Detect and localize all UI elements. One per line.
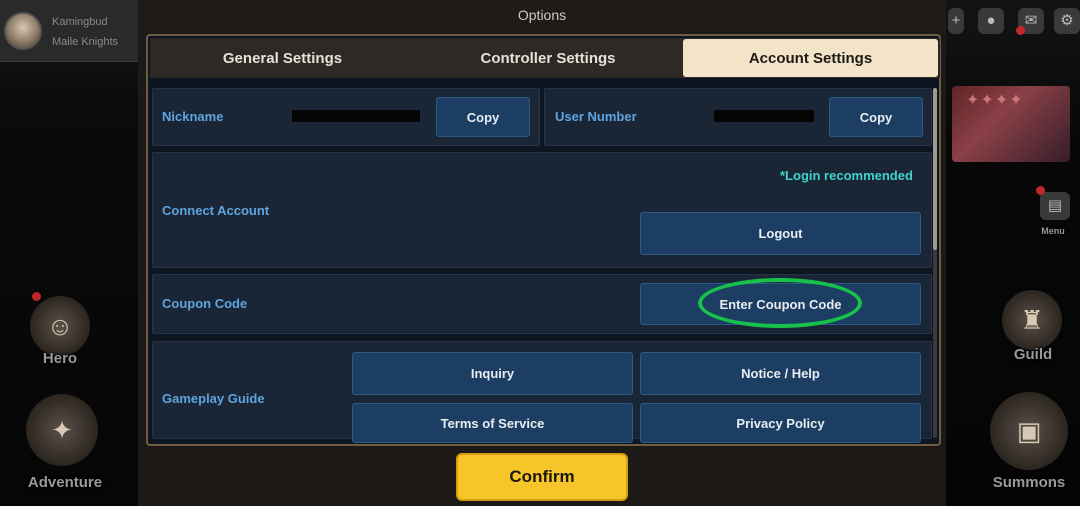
copy-nickname-button[interactable]: Copy: [436, 97, 530, 137]
user-number-label: User Number: [555, 109, 637, 124]
avatar[interactable]: [4, 12, 42, 50]
adventure-icon[interactable]: ✦: [26, 394, 98, 466]
guild-icon[interactable]: ♜: [1002, 290, 1062, 350]
guild-label: Guild: [1013, 346, 1053, 363]
adventure-label: Adventure: [27, 474, 103, 491]
summons-icon[interactable]: ▣: [990, 392, 1068, 470]
hero-icon[interactable]: ☺: [30, 296, 90, 356]
logout-button[interactable]: Logout: [640, 212, 921, 255]
banner-art: ✦✦✦✦: [966, 92, 1024, 109]
menu-label: Menu: [1041, 226, 1065, 236]
player-guild: Maile Knights: [52, 36, 119, 48]
settings-gear-icon[interactable]: ⚙: [1054, 8, 1080, 34]
gameplay-guide-label: Gameplay Guide: [162, 391, 265, 406]
terms-of-service-button[interactable]: Terms of Service: [352, 403, 633, 443]
privacy-policy-button[interactable]: Privacy Policy: [640, 403, 921, 443]
tab-bar: General Settings Controller Settings Acc…: [150, 38, 940, 78]
chat-icon[interactable]: ●: [978, 8, 1004, 34]
mail-notification-dot: [1016, 26, 1025, 35]
menu-icon[interactable]: ▤: [1040, 192, 1070, 220]
plus-icon[interactable]: +: [948, 8, 964, 34]
connect-account-label: Connect Account: [162, 203, 270, 218]
inquiry-button[interactable]: Inquiry: [352, 352, 633, 395]
menu-notification-dot: [1036, 186, 1045, 195]
tab-general-settings[interactable]: General Settings: [150, 39, 415, 77]
copy-user-number-button[interactable]: Copy: [829, 97, 923, 137]
nickname-value-redacted: [292, 110, 420, 122]
notification-dot: [32, 292, 41, 301]
scrollbar-thumb[interactable]: [933, 88, 937, 250]
coupon-code-label: Coupon Code: [162, 296, 248, 311]
nickname-label: Nickname: [162, 109, 224, 124]
event-banner[interactable]: ✦✦✦✦: [952, 86, 1070, 162]
summons-label: Summons: [992, 474, 1066, 491]
tab-controller-settings[interactable]: Controller Settings: [415, 39, 681, 77]
notice-help-button[interactable]: Notice / Help: [640, 352, 921, 395]
confirm-button[interactable]: Confirm: [456, 453, 628, 501]
user-number-value-redacted: [714, 110, 814, 122]
options-title: Options: [138, 0, 946, 32]
login-recommended-note: *Login recommended: [780, 168, 913, 183]
hero-label: Hero: [42, 350, 78, 367]
tab-account-settings[interactable]: Account Settings: [683, 39, 938, 77]
highlight-circle-annotation: [698, 278, 862, 328]
player-name: Kamingbud: [52, 16, 108, 28]
